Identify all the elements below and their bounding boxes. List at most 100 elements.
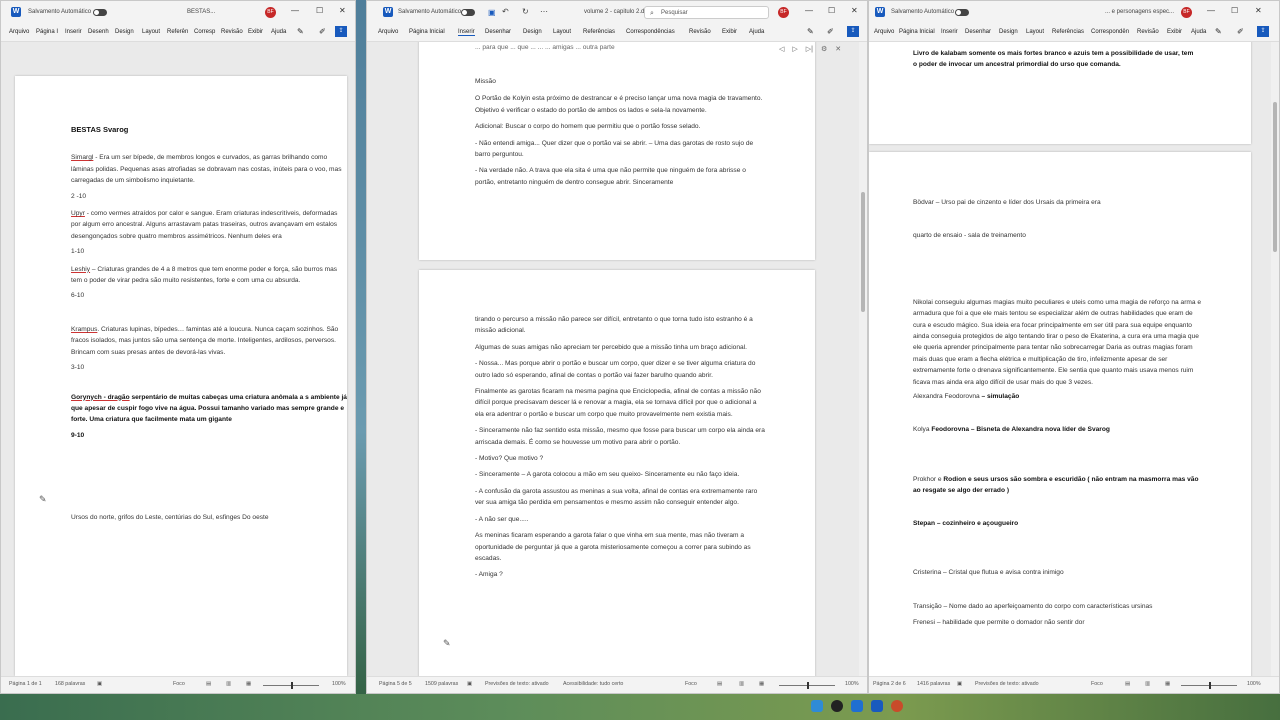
word-icon[interactable] (871, 700, 883, 712)
skip-icon[interactable]: ▷| (806, 46, 813, 53)
comment-icon[interactable]: ✎ (807, 27, 814, 36)
proofing-icon[interactable]: ▣ (467, 681, 472, 687)
page-count[interactable]: Página 1 de 1 (9, 681, 42, 687)
word-count[interactable]: 1509 palavras (425, 681, 458, 687)
maximize-icon[interactable]: ☐ (1231, 6, 1238, 15)
tab-correspondencias[interactable]: Correspondências (626, 29, 675, 35)
zoom-slider[interactable] (1181, 682, 1237, 689)
zoom-slider[interactable] (779, 682, 835, 689)
focus-button[interactable]: Foco (685, 681, 697, 687)
zoom-knob[interactable] (1209, 682, 1211, 689)
avatar[interactable]: BF (265, 7, 276, 18)
print-layout-icon[interactable]: ▥ (739, 681, 744, 687)
undo-icon[interactable]: ↶ (502, 7, 509, 16)
scrollbar-thumb[interactable] (861, 192, 865, 312)
web-layout-icon[interactable]: ▦ (1165, 681, 1170, 687)
search-input[interactable]: ⌕ Pesquisar (644, 6, 769, 19)
page-count[interactable]: Página 2 de 6 (873, 681, 906, 687)
tab-correspondencias[interactable]: Corresp (194, 29, 215, 35)
tab-desenhar[interactable]: Desenh (88, 29, 109, 35)
tab-design[interactable]: Design (999, 29, 1018, 35)
redo-icon[interactable]: ↻ (522, 7, 529, 16)
more-icon[interactable]: ⋯ (540, 7, 548, 16)
read-mode-icon[interactable]: ▤ (717, 681, 722, 687)
edge-icon[interactable] (851, 700, 863, 712)
avatar[interactable]: BF (778, 7, 789, 18)
document-title[interactable]: volume 2 - capitulo 2.d... (584, 9, 649, 15)
tab-desenhar[interactable]: Desenhar (965, 29, 991, 35)
web-layout-icon[interactable]: ▦ (759, 681, 764, 687)
comment-icon[interactable]: ✎ (297, 27, 304, 36)
share-icon[interactable]: ⇪ (847, 26, 859, 37)
close-icon[interactable]: ✕ (1255, 6, 1262, 15)
tab-referencias[interactable]: Referências (583, 29, 615, 35)
tab-arquivo[interactable]: Arquivo (874, 29, 894, 35)
autosave-toggle[interactable] (93, 9, 107, 16)
next-icon[interactable]: ▷ (792, 46, 797, 53)
tab-inserir[interactable]: Inserir (458, 29, 475, 36)
print-layout-icon[interactable]: ▥ (1145, 681, 1150, 687)
save-icon[interactable]: ▣ (488, 8, 496, 17)
tab-ajuda[interactable]: Ajuda (271, 29, 286, 35)
tab-inserir[interactable]: Inserir (65, 29, 82, 35)
start-icon[interactable] (811, 700, 823, 712)
scrollbar-thumb[interactable] (1273, 102, 1277, 252)
document-title[interactable]: ... e personagens espec... (1105, 9, 1174, 15)
minimize-icon[interactable]: — (291, 6, 299, 15)
tab-revisao[interactable]: Revisão (221, 29, 243, 35)
minimize-icon[interactable]: — (1207, 6, 1215, 15)
chrome-icon[interactable] (831, 700, 843, 712)
word-window-left[interactable]: W Salvamento Automático BESTAS... BF — ☐… (0, 0, 356, 694)
tab-desenhar[interactable]: Desenhar (485, 29, 511, 35)
zoom-slider[interactable] (263, 682, 319, 689)
zoom-level[interactable]: 100% (845, 681, 859, 687)
word-window-middle[interactable]: W Salvamento Automático ▣ ↶ ↻ ⋯ volume 2… (366, 0, 868, 694)
vertical-scrollbar[interactable] (859, 42, 867, 677)
vertical-scrollbar[interactable] (1271, 42, 1279, 677)
read-mode-icon[interactable]: ▤ (206, 681, 211, 687)
proofing-icon[interactable]: ▣ (957, 681, 962, 687)
maximize-icon[interactable]: ☐ (316, 6, 323, 15)
text-predictions-status[interactable]: Previsões de texto: ativado (975, 681, 1039, 687)
close-icon[interactable]: ✕ (851, 6, 858, 15)
tab-pagina-inicial[interactable]: Página Inicial (899, 29, 935, 35)
tab-layout[interactable]: Layout (1026, 29, 1044, 35)
proofing-icon[interactable]: ▣ (97, 681, 102, 687)
tab-layout[interactable]: Layout (553, 29, 571, 35)
word-count[interactable]: 1416 palavras (917, 681, 950, 687)
autosave-toggle[interactable] (461, 9, 475, 16)
zoom-knob[interactable] (291, 682, 293, 689)
maximize-icon[interactable]: ☐ (828, 6, 835, 15)
editing-icon[interactable]: ✐ (827, 27, 834, 36)
tab-revisao[interactable]: Revisão (1137, 29, 1159, 35)
read-mode-icon[interactable]: ▤ (1125, 681, 1130, 687)
tab-pagina-inicial[interactable]: Página I (36, 29, 58, 35)
web-layout-icon[interactable]: ▦ (246, 681, 251, 687)
tab-ajuda[interactable]: Ajuda (749, 29, 764, 35)
tab-ajuda[interactable]: Ajuda (1191, 29, 1206, 35)
tab-exibir[interactable]: Exibir (248, 29, 263, 35)
document-title[interactable]: BESTAS... (187, 9, 215, 15)
avatar[interactable]: BF (1181, 7, 1192, 18)
focus-button[interactable]: Foco (173, 681, 185, 687)
focus-button[interactable]: Foco (1091, 681, 1103, 687)
tab-pagina-inicial[interactable]: Página Inicial (409, 29, 445, 35)
tab-arquivo[interactable]: Arquivo (9, 29, 29, 35)
tab-design[interactable]: Design (115, 29, 134, 35)
minimize-icon[interactable]: — (805, 6, 813, 15)
zoom-level[interactable]: 100% (332, 681, 346, 687)
tab-referencias[interactable]: Referên (167, 29, 188, 35)
tab-inserir[interactable]: Inserir (941, 29, 958, 35)
previous-icon[interactable]: ◁ (779, 46, 784, 53)
autosave-toggle[interactable] (955, 9, 969, 16)
tab-design[interactable]: Design (523, 29, 542, 35)
share-icon[interactable]: ⇪ (335, 26, 347, 37)
comment-icon[interactable]: ✎ (1215, 27, 1222, 36)
accessibility-status[interactable]: Acessibilidade: tudo certo (563, 681, 623, 687)
settings-icon[interactable]: ⚙ (821, 46, 827, 53)
tab-exibir[interactable]: Exibir (722, 29, 737, 35)
tab-correspondencias[interactable]: Correspondên (1091, 29, 1129, 35)
word-count[interactable]: 168 palavras (55, 681, 85, 687)
tab-layout[interactable]: Layout (142, 29, 160, 35)
zoom-level[interactable]: 100% (1247, 681, 1261, 687)
